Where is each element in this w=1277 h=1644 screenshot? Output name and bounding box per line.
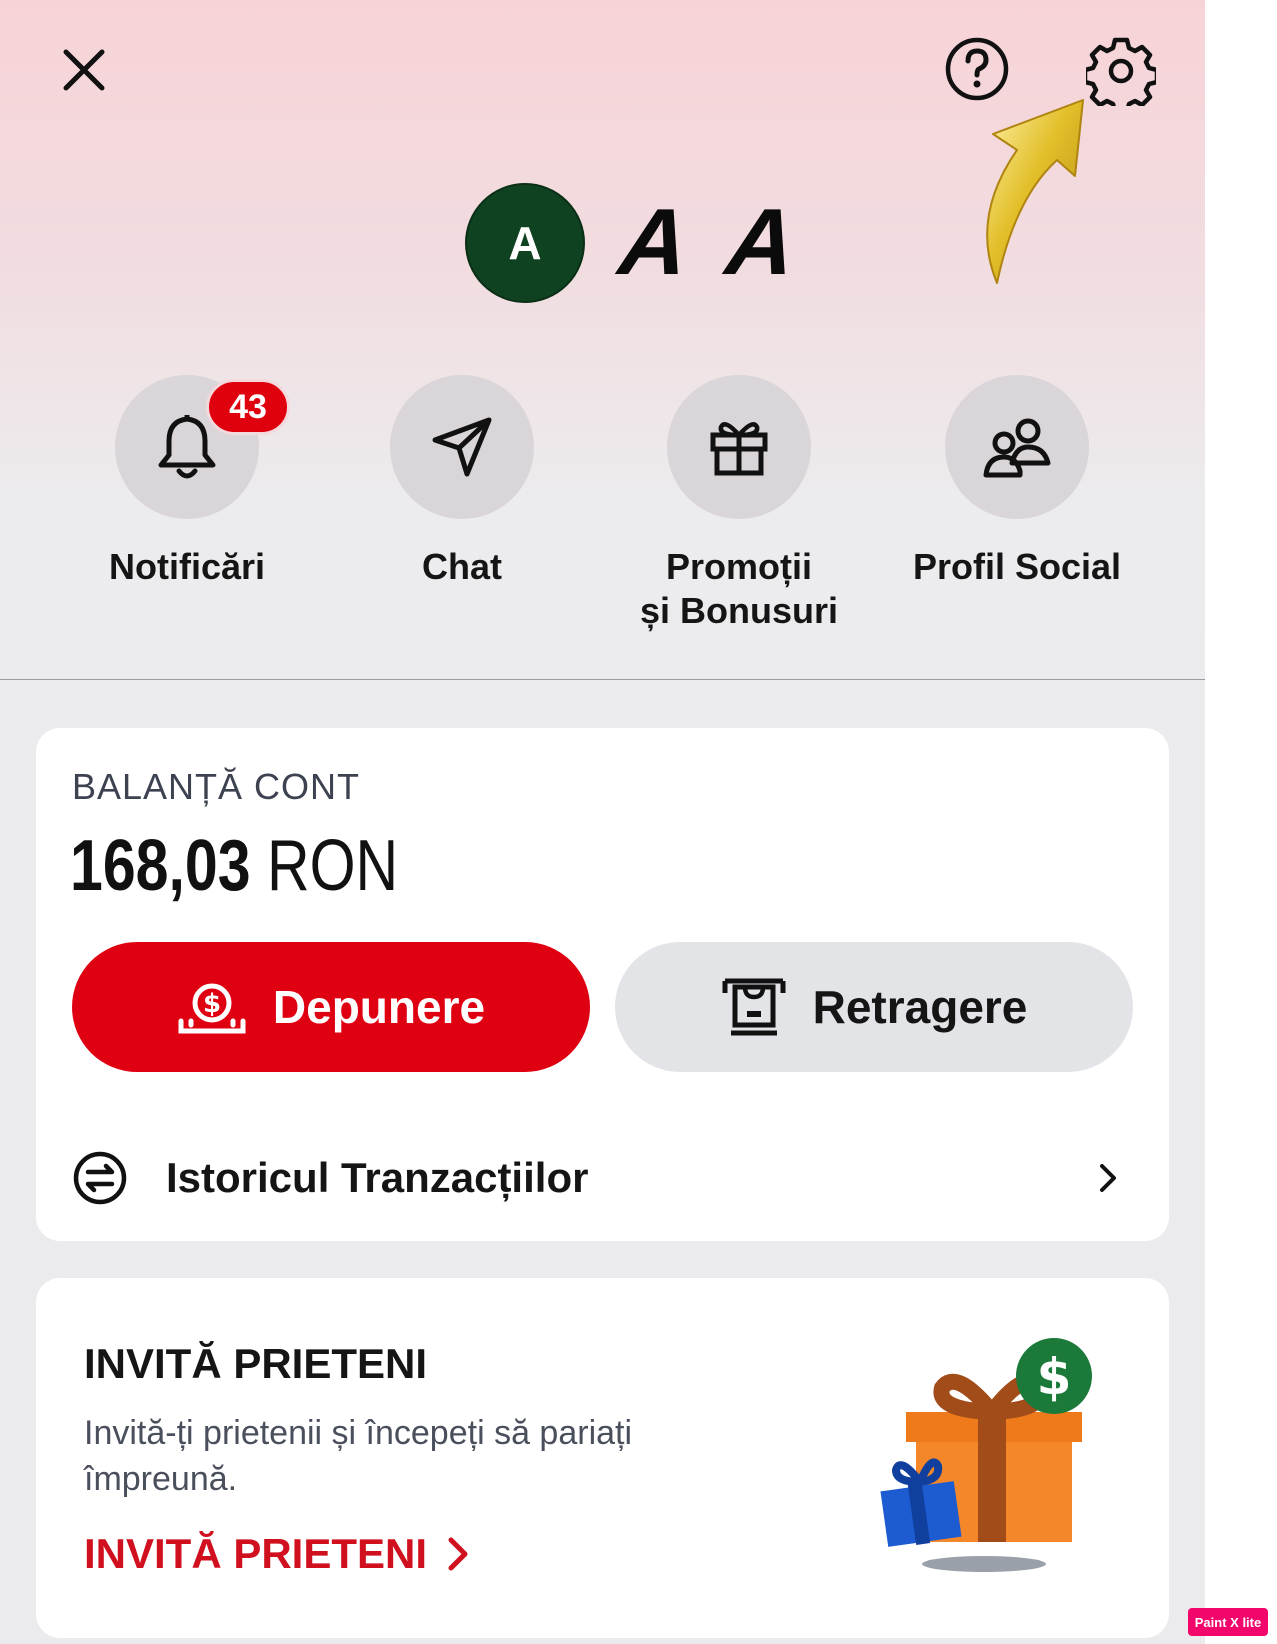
balance-label: BALANȚĂ CONT	[72, 766, 361, 807]
svg-text:$: $	[1037, 1348, 1072, 1406]
promotions-circle	[667, 375, 811, 519]
balance-amount: 168,03	[70, 826, 251, 906]
bell-icon	[158, 415, 216, 479]
svg-text:$: $	[203, 989, 221, 1019]
gift-illustration: $	[880, 1338, 1092, 1572]
deposit-button[interactable]: $ Depunere	[72, 942, 590, 1072]
pointer-arrow-annotation	[986, 99, 1084, 284]
transaction-history-row[interactable]: Istoricul Tranzacțiilor	[72, 1138, 1132, 1218]
deposit-label: Depunere	[272, 981, 486, 1033]
action-label: Chat	[422, 546, 502, 587]
avatar[interactable]: A	[465, 183, 585, 303]
users-icon	[983, 418, 1051, 478]
invite-title: INVITĂ PRIETENI	[84, 1340, 428, 1387]
money-deposit-icon: $	[178, 983, 246, 1034]
action-label: Profil Social	[912, 546, 1122, 587]
action-label-line2: și Bonusuri	[639, 590, 839, 631]
chat-circle	[390, 375, 534, 519]
app-screen: A A A 43 Notificări Chat Promoții și Bon…	[0, 0, 1205, 1644]
balance-value: 168,03 RON	[70, 823, 398, 909]
invite-card: INVITĂ PRIETENI Invită-ți prietenii și î…	[36, 1278, 1169, 1638]
settings-button[interactable]	[1084, 34, 1158, 108]
social-circle	[945, 375, 1089, 519]
chevron-right-icon	[448, 1537, 468, 1571]
help-icon	[945, 37, 1009, 101]
notification-count-badge: 43	[206, 379, 290, 435]
invite-link[interactable]: INVITĂ PRIETENI	[84, 1530, 469, 1578]
profile-header: A A A 43 Notificări Chat Promoții și Bon…	[0, 0, 1205, 680]
close-icon	[63, 49, 105, 91]
action-chat[interactable]: Chat	[332, 375, 592, 589]
withdraw-label: Retragere	[812, 981, 1028, 1033]
withdraw-button[interactable]: Retragere	[615, 942, 1133, 1072]
gear-icon	[1086, 37, 1156, 106]
watermark-badge: Paint X lite	[1188, 1608, 1268, 1636]
invite-text: Invită-ți prietenii și începeți să paria…	[84, 1414, 633, 1498]
invite-link-label: INVITĂ PRIETENI	[84, 1530, 428, 1577]
chevron-right-icon	[1100, 1164, 1116, 1192]
history-label: Istoricul Tranzacțiilor	[166, 1154, 589, 1201]
user-name: A A	[614, 189, 811, 294]
balance-currency: RON	[266, 826, 399, 906]
action-notifications[interactable]: 43 Notificări	[57, 375, 317, 589]
help-button[interactable]	[942, 34, 1012, 104]
action-social-profile[interactable]: Profil Social	[887, 375, 1147, 589]
balance-card: BALANȚĂ CONT 168,03 RON $ Depunere Retra…	[36, 728, 1169, 1241]
gift-icon	[710, 422, 768, 476]
action-promotions[interactable]: Promoții și Bonusuri	[609, 375, 869, 633]
avatar-initial: A	[508, 217, 542, 269]
notifications-circle: 43	[115, 375, 290, 519]
send-icon	[432, 417, 492, 477]
action-label: Notificări	[108, 546, 266, 587]
action-label-line1: Promoții	[665, 546, 812, 587]
close-button[interactable]	[52, 38, 116, 102]
atm-withdraw-icon	[722, 978, 786, 1036]
transfer-arrows-icon	[73, 1151, 127, 1205]
